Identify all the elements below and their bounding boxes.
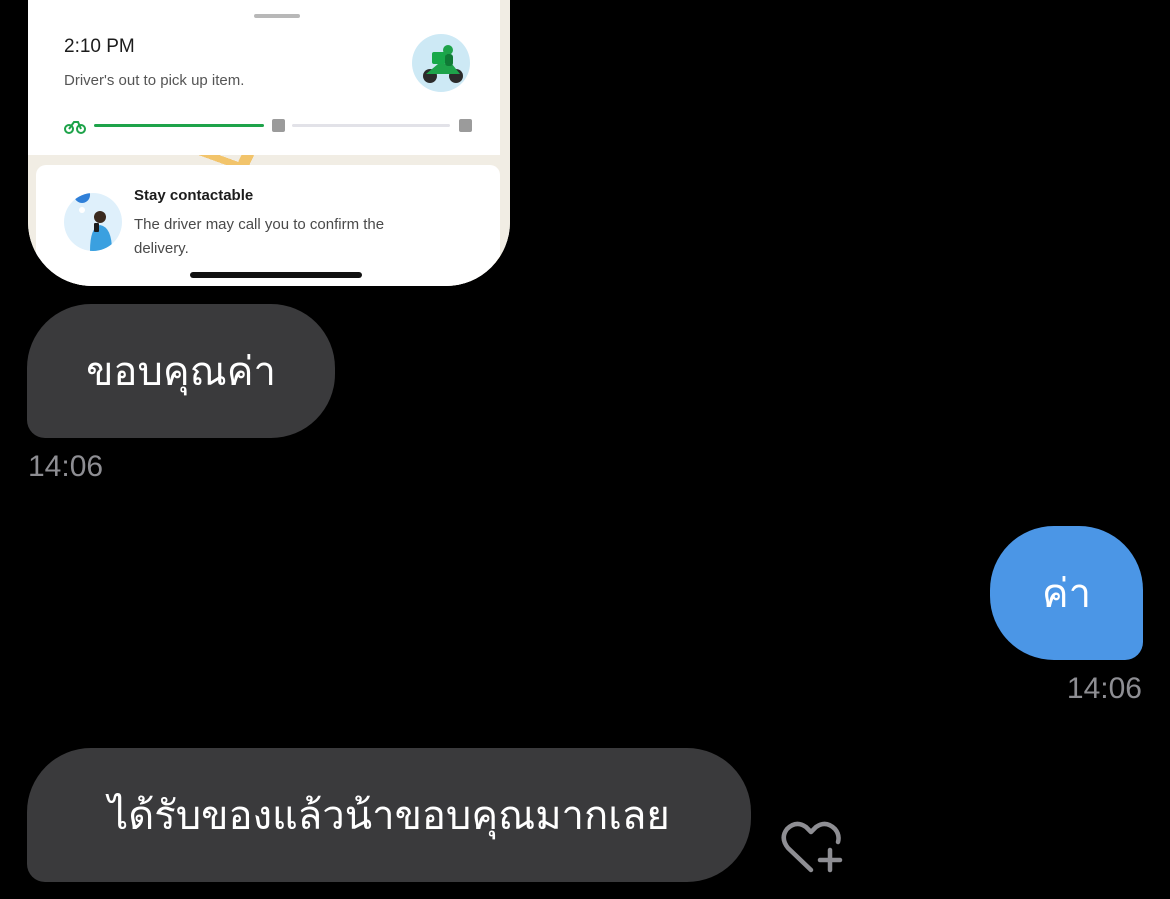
contact-card-title: Stay contactable (134, 187, 254, 204)
driver-motorbike-icon (412, 34, 470, 92)
stay-contactable-card: Stay contactable The driver may call you… (36, 165, 500, 286)
drag-handle (254, 14, 300, 18)
message-text: ค่า (1041, 571, 1092, 617)
message-timestamp: 14:06 (1066, 672, 1142, 705)
heart-plus-icon[interactable] (780, 818, 846, 878)
shared-screenshot-image[interactable]: 2:10 PM Driver's out to pick up item. St… (28, 0, 510, 286)
outgoing-message-bubble[interactable]: ค่า (990, 526, 1143, 660)
incoming-message-bubble[interactable]: ขอบคุณค่า (27, 304, 335, 438)
bike-icon (64, 118, 86, 134)
status-text: Driver's out to pick up item. (64, 72, 245, 89)
home-indicator (190, 272, 362, 278)
chat-screen: 2:10 PM Driver's out to pick up item. St… (0, 0, 1170, 899)
contact-card-body: The driver may call you to confirm the d… (134, 216, 385, 257)
message-text: ขอบคุณค่า (86, 349, 276, 395)
delivery-progress (64, 118, 472, 134)
incoming-message-bubble[interactable]: ได้รับของแล้วน้าขอบคุณมากเลย (27, 748, 751, 882)
message-text: ได้รับของแล้วน้าขอบคุณมากเลย (108, 793, 670, 839)
dropoff-box-icon (459, 119, 472, 132)
pickup-box-icon (272, 119, 285, 132)
message-timestamp: 14:06 (28, 450, 104, 483)
status-time: 2:10 PM (64, 36, 135, 57)
progress-track-remaining (292, 124, 450, 127)
delivery-status-card: 2:10 PM Driver's out to pick up item. (28, 0, 500, 155)
person-phone-icon (64, 193, 122, 251)
progress-track-completed (94, 124, 264, 127)
